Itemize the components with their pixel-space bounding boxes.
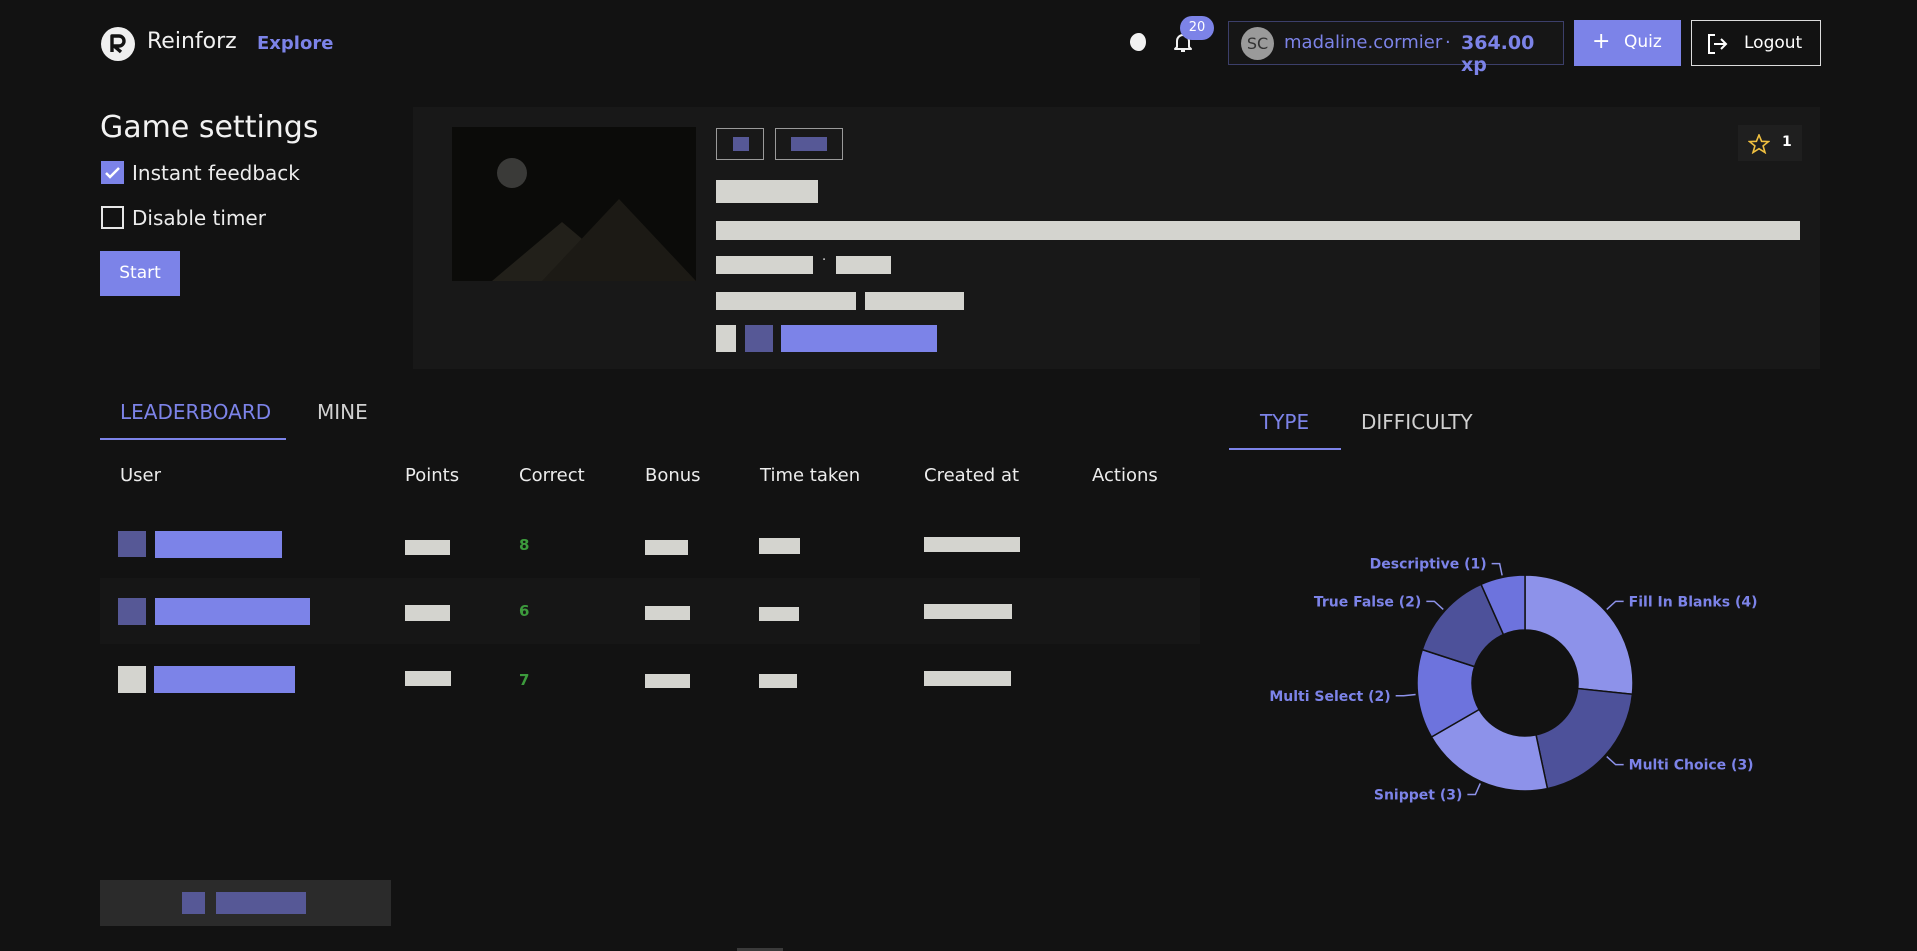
donut-slice-label: True False (2) xyxy=(1314,594,1421,610)
user-name-skeleton[interactable] xyxy=(154,666,295,693)
table-row[interactable]: 7 xyxy=(100,645,1200,711)
bonus-skeleton xyxy=(645,606,690,620)
donut-label-line xyxy=(1491,562,1503,576)
notification-count-badge: 20 xyxy=(1180,16,1214,40)
check-icon xyxy=(105,167,120,179)
column-header-user: User xyxy=(120,465,162,486)
donut-slice-label: Snippet (3) xyxy=(1374,787,1463,803)
correct-count: 6 xyxy=(519,602,530,620)
donut-slice-label: Multi Choice (3) xyxy=(1629,758,1754,774)
quiz-meta-skeleton xyxy=(836,256,891,274)
tab-leaderboard[interactable]: LEADERBOARD xyxy=(120,400,271,424)
star-button[interactable]: 1 xyxy=(1738,125,1802,161)
game-settings-title: Game settings xyxy=(100,110,319,145)
donut-label-line xyxy=(1606,600,1624,610)
donut-slice[interactable] xyxy=(1535,687,1634,790)
quiz-button-label: Quiz xyxy=(1624,32,1662,52)
active-tab-indicator xyxy=(1229,448,1341,450)
quiz-tag-skeleton xyxy=(733,137,749,151)
user-name-skeleton[interactable] xyxy=(155,531,282,558)
star-count: 1 xyxy=(1782,134,1792,150)
tab-difficulty[interactable]: DIFFICULTY xyxy=(1361,410,1473,434)
quiz-meta-skeleton xyxy=(716,256,813,274)
column-header-correct: Correct xyxy=(519,465,585,486)
column-header-points: Points xyxy=(405,465,460,486)
column-header-created-at: Created at xyxy=(924,465,1020,486)
logout-button-label: Logout xyxy=(1744,33,1803,53)
quiz-image-placeholder xyxy=(452,127,696,281)
quiz-tag[interactable] xyxy=(775,128,843,160)
quiz-tag-skeleton xyxy=(791,137,827,151)
create-quiz-button[interactable]: + Quiz xyxy=(1574,20,1681,66)
bonus-skeleton xyxy=(645,540,688,555)
instant-feedback-label: Instant feedback xyxy=(132,161,300,185)
user-avatar-skeleton xyxy=(118,666,146,693)
donut-label-line xyxy=(1395,693,1416,697)
created-at-skeleton xyxy=(924,537,1020,552)
quiz-title-skeleton xyxy=(716,180,818,203)
points-skeleton xyxy=(405,540,450,555)
tab-mine[interactable]: MINE xyxy=(317,400,368,424)
table-row[interactable]: 6 xyxy=(100,578,1200,644)
tab-type[interactable]: TYPE xyxy=(1260,410,1309,434)
time-skeleton xyxy=(759,607,799,621)
avatar: SC xyxy=(1241,27,1274,60)
column-header-bonus: Bonus xyxy=(645,465,701,486)
quiz-icon-skeleton xyxy=(716,325,736,352)
bonus-skeleton xyxy=(645,674,690,688)
bottom-label-skeleton xyxy=(216,892,306,914)
donut-slice-label: Fill In Blanks (4) xyxy=(1629,594,1758,610)
donut-slice[interactable] xyxy=(1524,574,1634,696)
table-row[interactable]: 8 xyxy=(100,511,1200,577)
quiz-meta-skeleton xyxy=(865,292,964,310)
logout-button[interactable]: Logout xyxy=(1691,20,1821,66)
quiz-meta-skeleton xyxy=(716,292,856,310)
explore-link[interactable]: Explore xyxy=(257,33,333,54)
created-at-skeleton xyxy=(924,604,1012,619)
disable-timer-label: Disable timer xyxy=(132,206,266,230)
donut-label-line xyxy=(1467,783,1481,796)
start-button[interactable]: Start xyxy=(100,251,180,296)
donut-slice-label: Multi Select (2) xyxy=(1269,689,1390,705)
star-icon xyxy=(1748,134,1770,154)
instant-feedback-checkbox[interactable] xyxy=(101,161,124,184)
question-type-donut-chart: Fill In Blanks (4) Multi Choice (3) Snippe… xyxy=(1269,557,1758,804)
column-header-time-taken: Time taken xyxy=(760,465,861,486)
brand-name[interactable]: Reinforz xyxy=(147,29,237,54)
donut-label-line xyxy=(1426,600,1444,610)
bottom-icon-skeleton xyxy=(182,892,205,914)
plus-icon: + xyxy=(1592,29,1611,54)
quiz-tag[interactable] xyxy=(716,128,764,160)
dark-mode-toggle-icon[interactable] xyxy=(1129,30,1154,54)
user-profile-box[interactable]: SC madaline.cormier · 364.00 xp xyxy=(1228,21,1564,76)
image-placeholder-icon xyxy=(492,158,696,281)
donut-slice-label: Descriptive (1) xyxy=(1370,557,1487,573)
user-avatar-skeleton xyxy=(118,598,146,625)
time-skeleton xyxy=(759,538,800,554)
correct-count: 8 xyxy=(519,536,530,554)
points-skeleton xyxy=(405,605,450,621)
user-xp: 364.00 xp xyxy=(1461,32,1535,76)
active-tab-indicator xyxy=(100,438,286,440)
quiz-author-skeleton[interactable] xyxy=(781,325,937,352)
quiz-card: · 1 xyxy=(413,107,1820,369)
user-avatar-skeleton xyxy=(118,531,146,557)
points-skeleton xyxy=(405,671,451,686)
user-separator: · xyxy=(1445,32,1451,53)
column-header-actions: Actions xyxy=(1092,465,1158,486)
quiz-author-avatar-skeleton xyxy=(745,325,773,352)
correct-count: 7 xyxy=(519,671,530,689)
quiz-description-skeleton xyxy=(716,221,1800,240)
user-name-skeleton[interactable] xyxy=(155,598,310,625)
bottom-action-bar[interactable] xyxy=(100,880,391,926)
disable-timer-checkbox[interactable] xyxy=(101,206,124,229)
donut-label-line xyxy=(1606,756,1624,766)
time-skeleton xyxy=(759,674,797,688)
meta-separator: · xyxy=(822,253,827,268)
reinforz-logo-icon[interactable] xyxy=(101,27,135,61)
logout-icon xyxy=(1708,34,1728,54)
username: madaline.cormier xyxy=(1284,32,1443,53)
created-at-skeleton xyxy=(924,671,1011,686)
